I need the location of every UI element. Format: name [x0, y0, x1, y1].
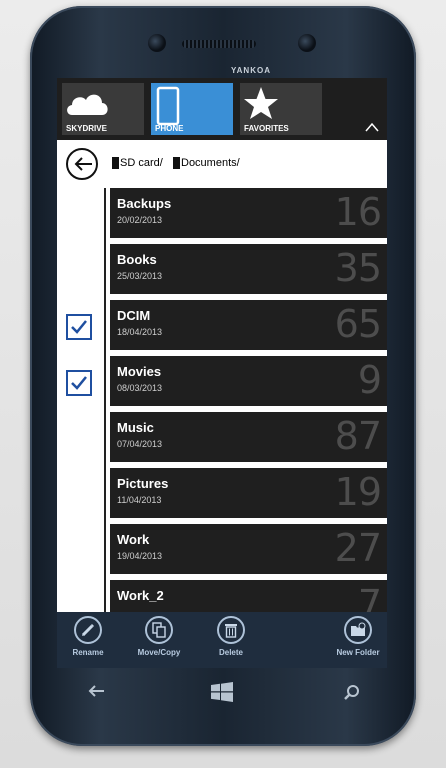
folder-name: Movies [117, 364, 162, 379]
delete-label: Delete [218, 648, 243, 657]
rename-label: Rename [72, 648, 104, 657]
folder-count: 27 [334, 526, 382, 570]
folder-name: Books [117, 252, 157, 267]
checkbox-movies[interactable] [66, 370, 92, 396]
checkmark-icon [71, 320, 87, 334]
windows-start-icon[interactable] [211, 682, 233, 702]
folder-icon [173, 157, 180, 169]
arrow-left-icon [74, 157, 92, 171]
back-button[interactable] [66, 148, 98, 180]
sensor-icon [148, 34, 166, 52]
brand-logo: YANKOA [231, 66, 271, 75]
folder-date: 20/02/2013 [117, 215, 163, 225]
folder-row-backups[interactable]: Backups 20/02/2013 16 [110, 188, 387, 238]
breadcrumb-sdcard[interactable]: SD card/ [112, 157, 163, 169]
hardware-search-icon[interactable] [343, 684, 361, 702]
folder-count: 16 [334, 190, 382, 234]
phone-screen: SKYDRIVE PHONE FAVORITES SD card/ Docume… [57, 78, 387, 668]
folder-count: 35 [334, 246, 382, 290]
breadcrumb-documents[interactable]: Documents/ [173, 157, 240, 169]
app-bar: Rename Move/Copy Delete New Folder [57, 612, 387, 668]
tab-favorites[interactable]: FAVORITES [240, 83, 322, 135]
move-copy-button[interactable]: Move/Copy [128, 616, 190, 657]
folder-row-music[interactable]: Music 07/04/2013 87 [110, 412, 387, 462]
copy-icon [145, 616, 173, 644]
folder-row-pictures[interactable]: Pictures 11/04/2013 19 [110, 468, 387, 518]
new-folder-icon [344, 616, 372, 644]
checkmark-icon [71, 376, 87, 390]
rename-icon [74, 616, 102, 644]
phone-icon [156, 86, 180, 126]
folder-row-work-2[interactable]: Work_2 7 [110, 580, 387, 612]
front-camera-icon [298, 34, 316, 52]
breadcrumb-label: Documents/ [181, 157, 240, 169]
folder-date: 11/04/2013 [117, 495, 162, 505]
folder-count: 87 [334, 414, 382, 458]
folder-name: Work [117, 532, 150, 547]
tab-phone[interactable]: PHONE [151, 83, 233, 135]
folder-date: 19/04/2013 [117, 551, 163, 561]
tab-skydrive[interactable]: SKYDRIVE [62, 83, 144, 135]
move-copy-label: Move/Copy [137, 648, 181, 657]
folder-row-movies[interactable]: Movies 08/03/2013 9 [110, 356, 387, 406]
star-icon [244, 87, 278, 119]
folder-name: Work_2 [117, 588, 164, 603]
folder-count: 19 [334, 470, 382, 514]
sdcard-icon [112, 157, 119, 169]
speaker-grille [182, 40, 256, 48]
folder-date: 08/03/2013 [117, 383, 163, 393]
folder-count: 9 [357, 358, 382, 402]
hardware-back-icon[interactable] [88, 684, 106, 698]
new-folder-button[interactable]: New Folder [327, 616, 387, 657]
tab-label: PHONE [155, 124, 184, 133]
folder-name: Music [117, 420, 154, 435]
folder-row-books[interactable]: Books 25/03/2013 35 [110, 244, 387, 294]
folder-row-work[interactable]: Work 19/04/2013 27 [110, 524, 387, 574]
breadcrumb-label: SD card/ [120, 157, 163, 169]
location-tabs: SKYDRIVE PHONE FAVORITES [57, 78, 387, 140]
chevron-up-icon[interactable] [365, 122, 379, 132]
folder-count: 65 [334, 302, 382, 346]
trash-icon [217, 616, 245, 644]
selection-divider [104, 188, 106, 612]
delete-button[interactable]: Delete [200, 616, 262, 657]
cloud-icon [67, 94, 108, 115]
folder-count: 7 [357, 582, 382, 612]
folder-date: 18/04/2013 [117, 327, 163, 337]
folder-date: 25/03/2013 [117, 271, 163, 281]
checkbox-dcim[interactable] [66, 314, 92, 340]
folder-name: Pictures [117, 476, 169, 491]
tab-label: FAVORITES [244, 124, 289, 133]
breadcrumb: SD card/ Documents/ [57, 140, 387, 188]
tab-label: SKYDRIVE [66, 124, 107, 133]
folder-name: Backups [117, 196, 172, 211]
folder-name: DCIM [117, 308, 151, 323]
folder-row-dcim[interactable]: DCIM 18/04/2013 65 [110, 300, 387, 350]
rename-button[interactable]: Rename [57, 616, 119, 657]
folder-list: Backups 20/02/2013 16 Books 25/03/2013 3… [57, 188, 387, 612]
new-folder-label: New Folder [336, 648, 380, 657]
folder-date: 07/04/2013 [117, 439, 163, 449]
